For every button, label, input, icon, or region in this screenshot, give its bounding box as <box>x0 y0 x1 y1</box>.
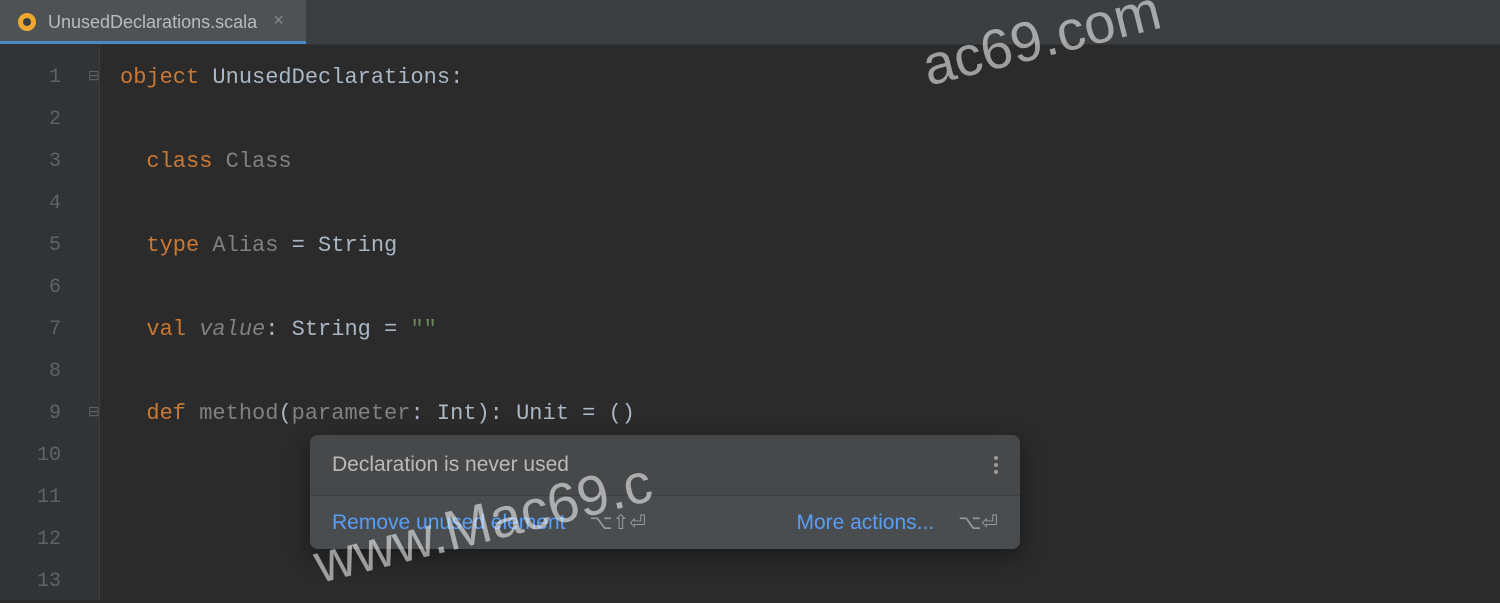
more-options-icon[interactable] <box>994 456 998 474</box>
fold-minus-icon[interactable]: ⊟ <box>88 68 100 85</box>
scala-file-icon <box>18 13 36 31</box>
code-line: object UnusedDeclarations: <box>120 57 1500 99</box>
tab-bar: UnusedDeclarations.scala × <box>0 0 1500 45</box>
file-tab[interactable]: UnusedDeclarations.scala × <box>0 0 306 44</box>
code-line: def method(parameter: Int): Unit = () <box>120 393 1500 435</box>
line-number: 8 <box>0 351 99 393</box>
shortcut-label: ⌥⏎ <box>958 510 998 535</box>
remove-unused-action[interactable]: Remove unused element <box>332 511 565 535</box>
popup-header: Declaration is never used <box>310 435 1020 495</box>
line-number: 12 <box>0 519 99 561</box>
line-number: 13 <box>0 561 99 603</box>
code-line <box>120 561 1500 603</box>
code-line <box>120 351 1500 393</box>
shortcut-label: ⌥⇧⏎ <box>589 510 646 535</box>
line-number: 3 <box>0 141 99 183</box>
line-number: 11 <box>0 477 99 519</box>
code-line: val value: String = "" <box>120 309 1500 351</box>
line-number: 9 <box>0 393 99 435</box>
gutter: 1 2 3 4 5 6 7 8 9 10 11 12 13 <box>0 45 100 600</box>
line-number: 1 <box>0 57 99 99</box>
code-line: class Class <box>120 141 1500 183</box>
line-number: 6 <box>0 267 99 309</box>
line-number: 2 <box>0 99 99 141</box>
popup-actions: Remove unused element ⌥⇧⏎ More actions..… <box>310 495 1020 549</box>
line-number: 4 <box>0 183 99 225</box>
code-line <box>120 267 1500 309</box>
close-icon[interactable]: × <box>269 12 288 32</box>
code-line <box>120 183 1500 225</box>
fold-minus-icon[interactable]: ⊟ <box>88 404 100 421</box>
popup-title: Declaration is never used <box>332 453 569 477</box>
tab-filename: UnusedDeclarations.scala <box>48 12 257 33</box>
line-number: 7 <box>0 309 99 351</box>
inspection-popup: Declaration is never used Remove unused … <box>310 435 1020 549</box>
code-line: type Alias = String <box>120 225 1500 267</box>
code-line <box>120 99 1500 141</box>
more-actions-link[interactable]: More actions... <box>796 511 934 535</box>
line-number: 5 <box>0 225 99 267</box>
line-number: 10 <box>0 435 99 477</box>
